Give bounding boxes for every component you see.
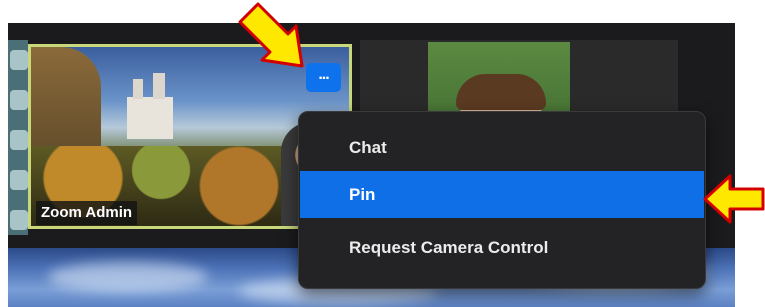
participant-hair [456,74,546,110]
tile-scenery-castle [127,73,173,139]
menu-item-pin[interactable]: Pin [300,171,704,218]
menu-item-chat[interactable]: Chat [300,124,704,171]
context-menu: Chat Pin Request Camera Control [298,111,706,289]
menu-item-request-camera-control[interactable]: Request Camera Control [300,224,704,271]
left-thumbnail-strip [8,40,28,235]
zoom-gallery-screenshot: Zoom Admin ... Chat Pin Request Camera C… [0,0,765,307]
annotation-arrow-down-right-icon [238,2,304,68]
participant-name-label: Zoom Admin [36,201,138,225]
annotation-arrow-left-icon [703,174,765,224]
